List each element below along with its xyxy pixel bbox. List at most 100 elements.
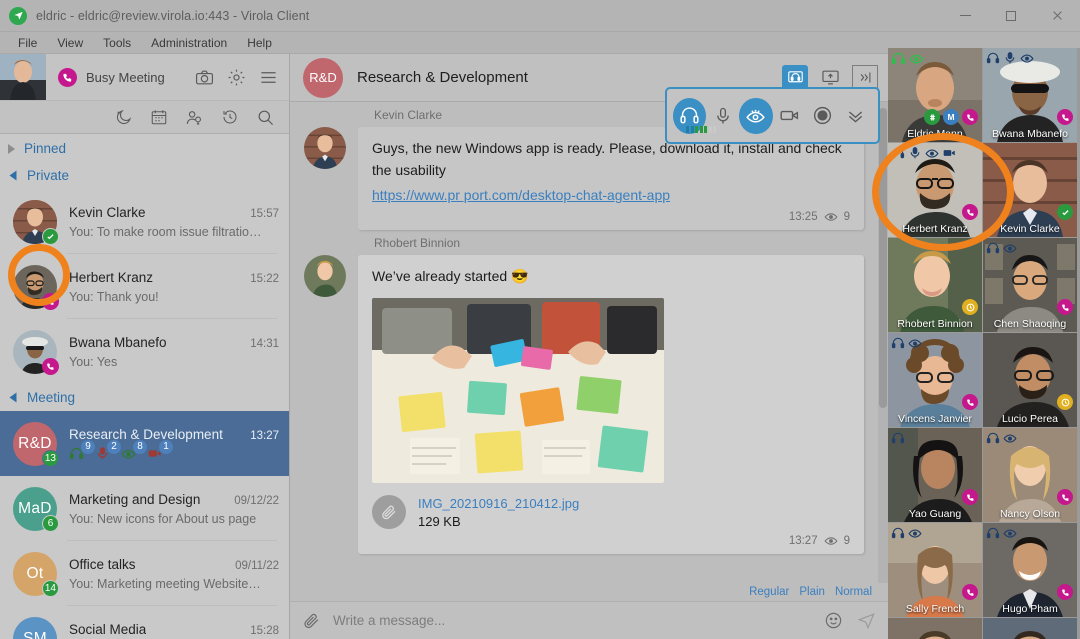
calendar-icon[interactable] xyxy=(150,108,168,126)
scrollbar-thumb[interactable] xyxy=(879,108,887,408)
participant-name: Chen Shaoqing xyxy=(983,318,1077,330)
chat-list-item-social-media[interactable]: SM Social Media 15:28 What about the lat… xyxy=(0,606,289,639)
eye-icon xyxy=(1003,241,1017,260)
file-name[interactable]: IMG_20210916_210412.jpg xyxy=(418,496,579,511)
participant-tile-partial-2[interactable] xyxy=(983,618,1077,639)
eye-icon xyxy=(1003,526,1017,545)
smiley-icon[interactable] xyxy=(824,611,843,630)
menu-administration[interactable]: Administration xyxy=(141,34,237,52)
participant-name: Bwana Mbanefo xyxy=(983,128,1077,140)
menu-tools[interactable]: Tools xyxy=(93,34,141,52)
group-header-meeting[interactable]: Meeting xyxy=(0,384,289,411)
close-button[interactable] xyxy=(1034,0,1080,32)
avatar: Ot 14 xyxy=(13,552,57,596)
eye-icon xyxy=(908,526,922,545)
participant-tile-herbert-kranz[interactable]: Herbert Kranz xyxy=(888,143,982,237)
headset-icon: 9 xyxy=(69,446,84,461)
unread-badge: 13 xyxy=(42,450,59,467)
participants-grid[interactable]: M Eldric Mann Bwana Mbanefo xyxy=(888,48,1080,639)
chat-list-item-research-development[interactable]: R&D 13 Research & Development 13:27 9 xyxy=(0,411,289,476)
app-logo-icon xyxy=(9,7,27,25)
camera-count: 1 xyxy=(158,439,174,455)
camera-icon: 1 xyxy=(147,446,163,461)
add-contact-icon[interactable] xyxy=(185,108,204,127)
maximize-button[interactable] xyxy=(988,0,1034,32)
send-icon[interactable] xyxy=(857,611,876,630)
participant-tile-rhobert-binnion[interactable]: Rhobert Binnion xyxy=(888,238,982,332)
participant-tile-nancy-olson[interactable]: Nancy Olson xyxy=(983,428,1077,522)
participant-tile-chen-shaoqing[interactable]: Chen Shaoqing xyxy=(983,238,1077,332)
participant-tile-yao-guang[interactable]: Yao Guang xyxy=(888,428,982,522)
paperclip-icon[interactable] xyxy=(302,611,321,630)
away-badge xyxy=(962,299,978,315)
message-rhobert-binnion: Rhobert Binnion We’ve already started 😎 xyxy=(290,230,878,554)
mic-icon xyxy=(908,146,922,165)
record-icon[interactable] xyxy=(806,98,839,134)
message-bubble[interactable]: We’ve already started 😎 xyxy=(358,255,864,554)
participant-tile-partial-1[interactable] xyxy=(888,618,982,639)
chat-list-item-herbert-kranz[interactable]: Herbert Kranz 15:22 You: Thank you! xyxy=(0,254,289,319)
menu-view[interactable]: View xyxy=(47,34,93,52)
participant-tile-eldric-mann[interactable]: M Eldric Mann xyxy=(888,48,982,142)
message-scrollbar[interactable] xyxy=(878,102,888,584)
participant-tile-kevin-clarke[interactable]: Kevin Clarke xyxy=(983,143,1077,237)
chat-list-item-kevin-clarke[interactable]: Kevin Clarke 15:57 You: To make room iss… xyxy=(0,189,289,254)
message-meta: 13:27 9 xyxy=(372,534,850,548)
avatar: R&D 13 xyxy=(13,422,57,466)
call-badge xyxy=(1057,109,1073,125)
message-meta: 13:25 9 xyxy=(372,210,850,224)
chevron-right-icon xyxy=(8,144,15,154)
format-plain[interactable]: Plain xyxy=(799,586,825,598)
group-header-pinned[interactable]: Pinned xyxy=(0,135,289,162)
group-header-private[interactable]: Private xyxy=(0,162,289,189)
message-photo[interactable] xyxy=(372,298,664,483)
search-input[interactable]: Write a message... xyxy=(333,613,824,628)
group-label-pinned: Pinned xyxy=(24,141,66,156)
unread-badge: 14 xyxy=(42,580,59,597)
participant-tile-bwana-mbanefo[interactable]: Bwana Mbanefo xyxy=(983,48,1077,142)
room-avatar: R&D xyxy=(303,58,343,98)
history-icon[interactable] xyxy=(221,108,239,126)
chat-list-item-office-talks[interactable]: Ot 14 Office talks 09/11/22 You: Marketi… xyxy=(0,541,289,606)
chevron-down-icon[interactable] xyxy=(839,98,872,134)
search-icon[interactable] xyxy=(256,108,275,127)
message-preview: You: New icons for About us page xyxy=(69,512,279,526)
camera-icon[interactable] xyxy=(773,98,806,134)
participant-tile-hugo-pham[interactable]: Hugo Pham xyxy=(983,523,1077,617)
avatar-initials: Ot xyxy=(27,565,44,583)
headset-icon[interactable] xyxy=(673,98,706,134)
dnd-moon-icon[interactable] xyxy=(115,108,133,126)
format-regular[interactable]: Regular xyxy=(749,586,789,598)
participant-name: Kevin Clarke xyxy=(983,223,1077,235)
participant-tile-lucio-perea[interactable]: Lucio Perea xyxy=(983,333,1077,427)
participant-name: Vincens Janvier xyxy=(888,413,982,425)
hamburger-menu-icon[interactable] xyxy=(259,68,278,87)
minimize-button[interactable] xyxy=(942,0,988,32)
gear-icon[interactable] xyxy=(227,68,246,87)
my-avatar[interactable] xyxy=(0,54,46,100)
headset-icon xyxy=(891,526,905,545)
call-toolbar[interactable] xyxy=(665,87,880,144)
corner-badges xyxy=(1057,584,1073,600)
format-normal[interactable]: Normal xyxy=(835,586,872,598)
camera-icon[interactable] xyxy=(195,68,214,87)
eye-icon[interactable] xyxy=(739,98,772,134)
my-status-text[interactable]: Busy Meeting xyxy=(86,70,165,85)
room-name: Social Media xyxy=(69,622,146,637)
participant-name: Sally French xyxy=(888,603,982,615)
message-list[interactable]: Kevin Clarke Guys, the new Win xyxy=(290,102,878,584)
message-link[interactable]: https://www.pr port.com/desktop-chat-age… xyxy=(372,187,670,203)
menu-help[interactable]: Help xyxy=(237,34,282,52)
window-controls xyxy=(942,0,1080,32)
participant-tile-sally-french[interactable]: Sally French xyxy=(888,523,982,617)
chat-list-item-marketing-and-design[interactable]: MaD 6 Marketing and Design 09/12/22 You:… xyxy=(0,476,289,541)
eye-icon xyxy=(1020,51,1034,70)
status-icons xyxy=(891,431,905,450)
message-time: 13:27 xyxy=(789,535,818,547)
participant-tile-vincens-janvier[interactable]: Vincens Janvier xyxy=(888,333,982,427)
call-badge xyxy=(962,489,978,505)
menu-file[interactable]: File xyxy=(8,34,47,52)
chat-list[interactable]: Pinned Private xyxy=(0,135,289,639)
chat-list-item-bwana-mbanefo[interactable]: Bwana Mbanefo 14:31 You: Yes xyxy=(0,319,289,384)
file-attachment[interactable]: IMG_20210916_210412.jpg 129 KB xyxy=(372,495,850,529)
